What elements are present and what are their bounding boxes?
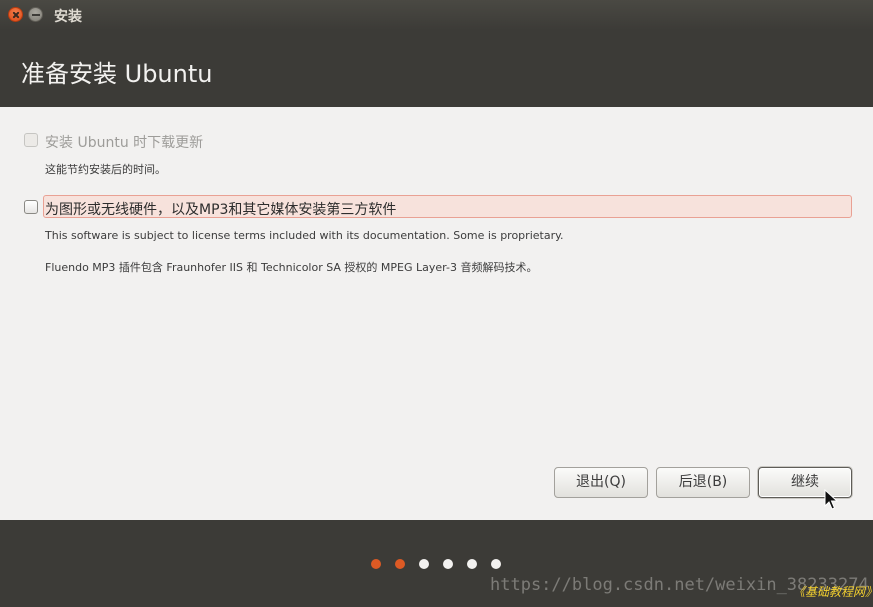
close-icon[interactable] xyxy=(8,7,23,22)
watermark-badge: 《基础教程网》 xyxy=(793,583,873,600)
third-party-label[interactable]: 为图形或无线硬件，以及MP3和其它媒体安装第三方软件 xyxy=(45,199,396,219)
download-updates-label: 安装 Ubuntu 时下载更新 xyxy=(45,132,203,152)
window-title: 安装 xyxy=(54,6,82,26)
quit-button[interactable]: 退出(Q) xyxy=(554,467,648,498)
page-header: 准备安装 Ubuntu xyxy=(0,30,873,107)
progress-dot xyxy=(467,559,477,569)
progress-dot xyxy=(371,559,381,569)
progress-dot xyxy=(491,559,501,569)
download-updates-checkbox[interactable] xyxy=(24,133,38,147)
mouse-cursor-icon xyxy=(824,489,838,511)
page-title: 准备安装 Ubuntu xyxy=(21,54,212,89)
back-button[interactable]: 后退(B) xyxy=(656,467,750,498)
progress-dot xyxy=(443,559,453,569)
progress-dot xyxy=(419,559,429,569)
progress-footer: https://blog.csdn.net/weixin_38233274 xyxy=(0,520,873,607)
third-party-checkbox[interactable] xyxy=(24,200,38,214)
minimize-icon[interactable] xyxy=(28,7,43,22)
content-panel: 安装 Ubuntu 时下载更新 这能节约安装后的时间。 为图形或无线硬件，以及M… xyxy=(0,107,873,520)
download-updates-description: 这能节约安装后的时间。 xyxy=(45,161,166,177)
third-party-mp3-text: Fluendo MP3 插件包含 Fraunhofer IIS 和 Techni… xyxy=(45,259,537,275)
title-bar: 安装 xyxy=(0,0,873,30)
progress-dot xyxy=(395,559,405,569)
third-party-license-text: This software is subject to license term… xyxy=(45,229,564,242)
